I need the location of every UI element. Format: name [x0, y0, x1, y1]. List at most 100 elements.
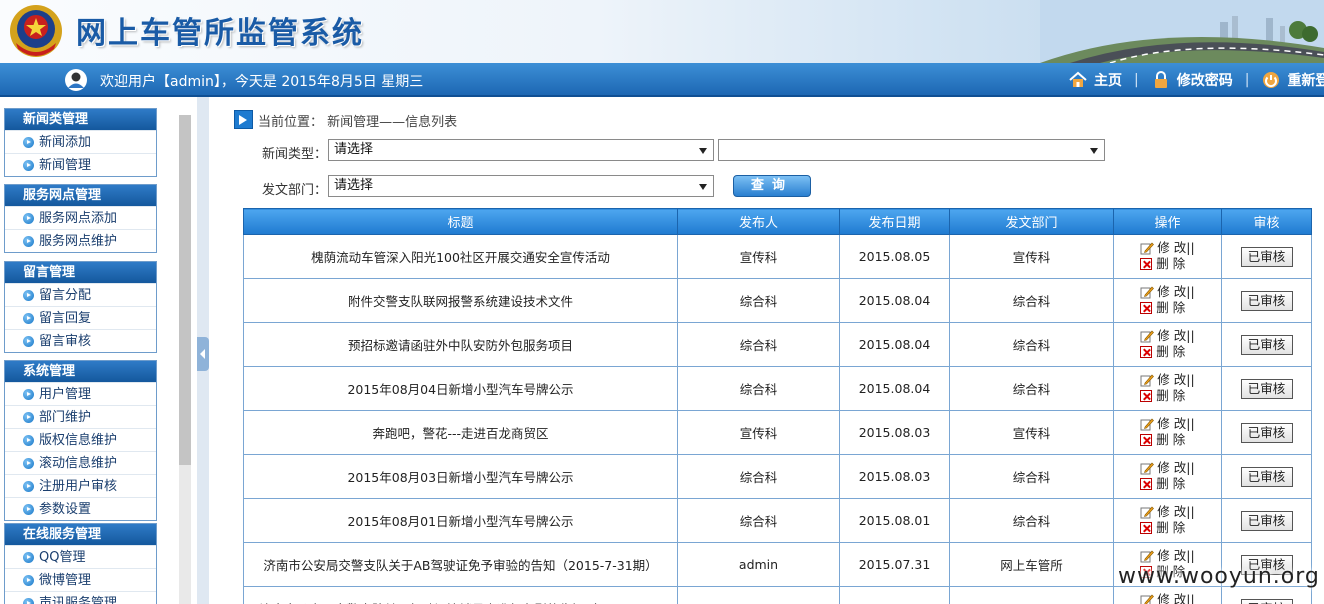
delete-link[interactable]: 删 除 [1140, 388, 1194, 404]
menu-item-params[interactable]: 参数设置 [5, 497, 156, 520]
news-subtype-select[interactable] [718, 139, 1105, 161]
publisher-cell: admin [677, 542, 840, 587]
home-link[interactable]: 主页 [1068, 70, 1122, 90]
audit-button[interactable]: 已审核 [1240, 378, 1293, 399]
menu-item-news-manage[interactable]: 新闻管理 [5, 153, 156, 176]
table-row: 附件交警支队联网报警系统建设技术文件 综合科 2015.08.04 综合科 修 … [243, 278, 1312, 323]
arrow-bullet-icon [23, 435, 34, 446]
menu-item-message-reply[interactable]: 留言回复 [5, 306, 156, 329]
menu-item-weibo[interactable]: 微博管理 [5, 568, 156, 591]
arrow-bullet-icon [23, 412, 34, 423]
menu-item-label: 服务网点维护 [39, 234, 118, 249]
column-header-title: 标题 [243, 208, 678, 235]
police-emblem-icon [10, 5, 62, 57]
delete-link[interactable]: 删 除 [1140, 476, 1194, 492]
menu-group-title[interactable]: 在线服务管理 [5, 524, 156, 545]
delete-link[interactable]: 删 除 [1140, 300, 1194, 316]
menu-item-voice[interactable]: 声讯服务管理 [5, 591, 156, 604]
date-cell [839, 586, 950, 604]
news-title-cell: 济南市公安局交警支队关于驾驶证注销最高准驾车型的告知（2015-7-31 [243, 586, 678, 604]
arrow-bullet-icon [23, 575, 34, 586]
op-separator: || [1186, 328, 1195, 343]
news-title-cell: 奔跑吧，警花---走进百龙商贸区 [243, 410, 678, 455]
table-row: 槐荫流动车管深入阳光100社区开展交通安全宣传活动 宣传科 2015.08.05… [243, 234, 1312, 279]
menu-item-dept-maintain[interactable]: 部门维护 [5, 405, 156, 428]
chevron-down-icon [699, 184, 707, 190]
news-type-select[interactable]: 请选择 [328, 139, 714, 161]
edit-link[interactable]: 修 改 || [1140, 504, 1195, 520]
publisher-cell: 宣传科 [677, 234, 840, 279]
query-button[interactable]: 查询 [733, 175, 811, 197]
relogin-link[interactable]: 重新登 [1261, 70, 1324, 90]
menu-group-title[interactable]: 服务网点管理 [5, 185, 156, 206]
sidebar-scrollbar[interactable] [179, 115, 191, 604]
home-icon [1069, 71, 1087, 87]
menu-item-label: 留言分配 [39, 288, 92, 303]
publisher-cell [677, 586, 840, 604]
edit-link[interactable]: 修 改 || [1140, 548, 1195, 564]
menu-item-copyright[interactable]: 版权信息维护 [5, 428, 156, 451]
menu-group-title[interactable]: 新闻类管理 [5, 109, 156, 130]
edit-link[interactable]: 修 改 || [1140, 460, 1195, 476]
menu-item-user-manage[interactable]: 用户管理 [5, 382, 156, 405]
scrollbar-thumb[interactable] [179, 115, 191, 465]
menu-item-message-review[interactable]: 留言审核 [5, 329, 156, 352]
audit-button[interactable]: 已审核 [1240, 290, 1293, 311]
table-row: 济南市公安局交警支队关于驾驶证注销最高准驾车型的告知（2015-7-31 修 改… [243, 586, 1312, 604]
arrow-bullet-icon [23, 481, 34, 492]
audit-cell: 已审核 [1221, 498, 1312, 543]
edit-link[interactable]: 修 改 || [1140, 592, 1195, 604]
date-cell: 2015.08.04 [839, 366, 950, 411]
menu-item-qq[interactable]: QQ管理 [5, 545, 156, 568]
delete-link[interactable]: 删 除 [1140, 520, 1194, 536]
audit-button[interactable]: 已审核 [1240, 466, 1293, 487]
menu-group-system: 系统管理 用户管理 部门维护 版权信息维护 滚动信息维护 注册用户审核 参数设置 [4, 360, 157, 521]
menu-item-register-review[interactable]: 注册用户审核 [5, 474, 156, 497]
table-row: 2015年08月03日新增小型汽车号牌公示 综合科 2015.08.03 综合科… [243, 454, 1312, 499]
dept-select[interactable]: 请选择 [328, 175, 714, 197]
delete-link[interactable]: 删 除 [1140, 256, 1194, 272]
edit-pencil-icon [1140, 594, 1155, 604]
audit-button[interactable]: 已审核 [1240, 334, 1293, 355]
menu-item-service-maintain[interactable]: 服务网点维护 [5, 229, 156, 252]
publisher-cell: 综合科 [677, 322, 840, 367]
publisher-cell: 综合科 [677, 278, 840, 323]
menu-item-scroll-info[interactable]: 滚动信息维护 [5, 451, 156, 474]
edit-link[interactable]: 修 改 || [1140, 416, 1195, 432]
actions-cell: 修 改 || 删 除 [1113, 410, 1222, 455]
menu-item-service-add[interactable]: 服务网点添加 [5, 206, 156, 229]
news-type-label: 新闻类型： [262, 147, 328, 162]
edit-link[interactable]: 修 改 || [1140, 328, 1195, 344]
delete-link[interactable]: 删 除 [1140, 432, 1194, 448]
edit-pencil-icon [1140, 418, 1155, 431]
chevron-down-icon [1090, 148, 1098, 154]
audit-button[interactable]: 已审核 [1240, 598, 1293, 604]
menu-item-news-add[interactable]: 新闻添加 [5, 130, 156, 153]
welcome-bar: 欢迎用户【admin】，今天是 2015年8月5日 星期三 主页 | 修改密码 … [0, 63, 1324, 97]
op-separator: || [1186, 548, 1195, 563]
dept-cell: 宣传科 [949, 410, 1114, 455]
op-separator: || [1186, 416, 1195, 431]
collapse-sidebar-icon[interactable] [197, 337, 209, 371]
audit-button[interactable]: 已审核 [1240, 510, 1293, 531]
delete-link[interactable]: 删 除 [1140, 344, 1194, 360]
row-actions: 修 改 || 删 除 [1140, 504, 1195, 536]
watermark-text: www.wooyun.org [1118, 564, 1320, 589]
op-separator: || [1186, 592, 1195, 604]
menu-group-title[interactable]: 系统管理 [5, 361, 156, 382]
news-title-cell: 济南市公安局交警支队关于AB驾驶证免予审验的告知（2015-7-31期） [243, 542, 678, 587]
edit-link[interactable]: 修 改 || [1140, 284, 1195, 300]
column-header-publisher: 发布人 [677, 208, 840, 235]
audit-button[interactable]: 已审核 [1240, 246, 1293, 267]
edit-link[interactable]: 修 改 || [1140, 372, 1195, 388]
lock-icon [1154, 71, 1167, 88]
change-password-link[interactable]: 修改密码 [1151, 70, 1233, 90]
publisher-cell: 综合科 [677, 454, 840, 499]
menu-item-message-assign[interactable]: 留言分配 [5, 283, 156, 306]
menu-item-label: 滚动信息维护 [39, 456, 118, 471]
date-cell: 2015.08.05 [839, 234, 950, 279]
menu-group-title[interactable]: 留言管理 [5, 262, 156, 283]
edit-link[interactable]: 修 改 || [1140, 240, 1195, 256]
audit-button[interactable]: 已审核 [1240, 422, 1293, 443]
menu-item-label: 留言回复 [39, 311, 92, 326]
